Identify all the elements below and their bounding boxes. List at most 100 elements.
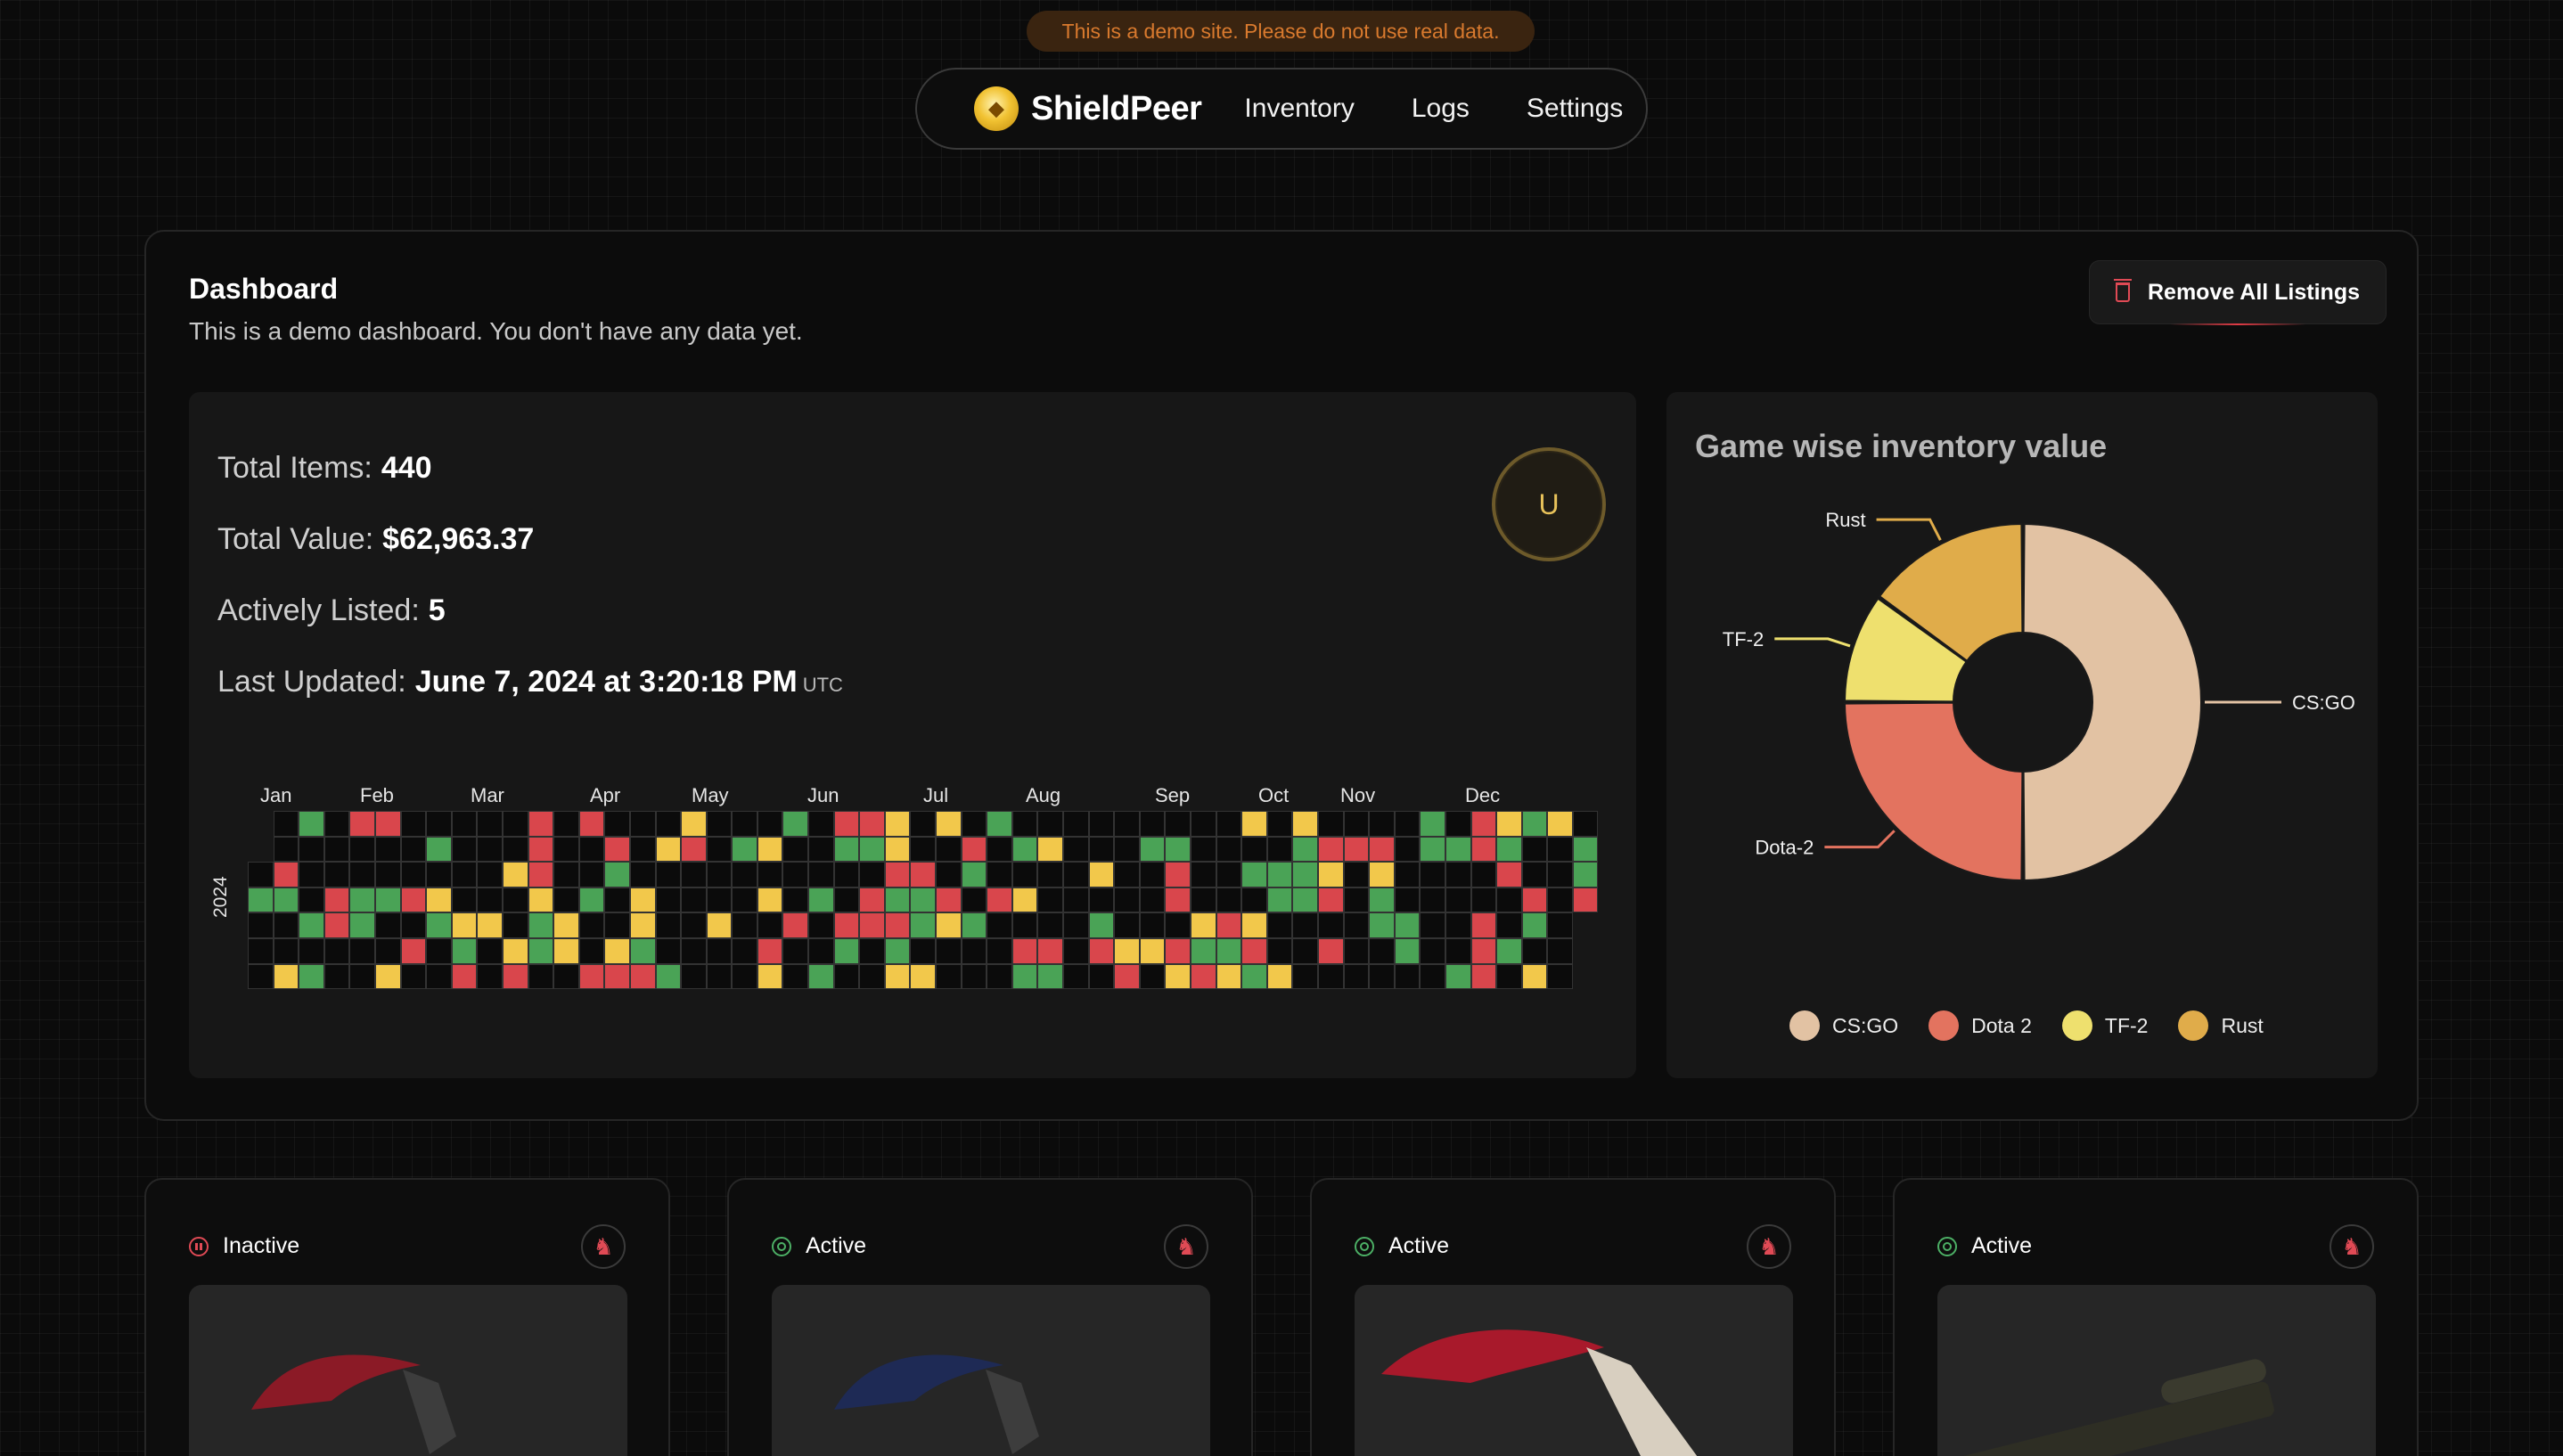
listing-card[interactable]: Active ♞ xyxy=(1893,1178,2419,1456)
heatmap-day-cell xyxy=(502,836,528,863)
legend-item[interactable]: Rust xyxy=(2178,1010,2264,1041)
heatmap-day-cell xyxy=(1369,811,1395,837)
donut-slice[interactable] xyxy=(2022,522,2203,882)
heatmap-day-cell xyxy=(1445,912,1471,938)
heatmap-day-cell xyxy=(1063,887,1089,913)
avatar[interactable]: U xyxy=(1492,447,1606,561)
heatmap-day-cell xyxy=(349,887,375,913)
heatmap-day-cell xyxy=(451,862,478,888)
heatmap-day-cell xyxy=(782,887,809,913)
remove-all-listings-button[interactable]: Remove All Listings xyxy=(2089,260,2387,325)
heatmap-day-cell xyxy=(833,937,860,964)
heatmap-day-cell xyxy=(1343,937,1370,964)
heatmap-month-label: Nov xyxy=(1340,784,1376,806)
nav-link-inventory[interactable]: Inventory xyxy=(1244,94,1354,124)
heatmap-day-cell xyxy=(1547,836,1573,863)
heatmap-day-cell xyxy=(273,937,299,964)
heatmap-day-cell xyxy=(1241,811,1267,837)
heatmap-day-cell xyxy=(1420,937,1445,964)
listing-card[interactable]: Active ♞ xyxy=(1310,1178,1836,1456)
heatmap-day-cell xyxy=(1011,887,1038,913)
heatmap-day-cell xyxy=(1037,937,1063,964)
heatmap-day-cell xyxy=(1266,836,1293,863)
heatmap-day-cell xyxy=(1190,912,1216,938)
heatmap-day-cell xyxy=(578,963,605,990)
card-status: Inactive xyxy=(189,1233,299,1259)
heatmap-day-cell xyxy=(629,912,656,938)
heatmap-day-cell xyxy=(426,912,452,938)
heatmap-day-cell xyxy=(374,862,401,888)
heatmap-day-cell xyxy=(273,963,299,990)
heatmap-day-cell xyxy=(1369,963,1395,990)
page-title: Dashboard xyxy=(189,273,339,305)
heatmap-day-cell xyxy=(1572,887,1599,913)
heatmap-day-cell xyxy=(1165,862,1191,888)
heatmap-day-cell xyxy=(1394,937,1421,964)
heatmap-day-cell xyxy=(936,963,962,990)
heatmap-day-cell xyxy=(655,887,682,913)
heatmap-day-cell xyxy=(528,912,554,938)
heatmap-day-cell xyxy=(1114,963,1140,990)
stat-last-updated: Last Updated: June 7, 2024 at 3:20:18 PM U… xyxy=(217,665,843,699)
heatmap-day-cell xyxy=(859,937,885,964)
heatmap-day-cell xyxy=(248,912,274,938)
stat-value: $62,963.37 xyxy=(382,522,535,556)
brand-name[interactable]: ShieldPeer xyxy=(1031,90,1202,128)
heatmap-day-cell xyxy=(1216,836,1242,863)
heatmap-day-cell xyxy=(1114,912,1140,938)
heatmap-day-cell xyxy=(426,963,452,990)
heatmap-day-cell xyxy=(528,862,554,888)
stat-value: 440 xyxy=(381,451,432,485)
listing-card[interactable]: Active ♞ xyxy=(727,1178,1253,1456)
heatmap-day-cell xyxy=(859,811,885,837)
heatmap-day-cell xyxy=(502,887,528,913)
donut-slice[interactable] xyxy=(1843,701,2024,882)
heatmap-day-cell xyxy=(502,811,528,837)
heatmap-day-cell xyxy=(477,963,503,990)
heatmap-day-cell xyxy=(884,937,911,964)
heatmap-day-cell xyxy=(859,887,885,913)
slice-label: Rust xyxy=(1825,509,1865,531)
slice-label-leader xyxy=(1824,830,1896,849)
heatmap-day-cell xyxy=(1420,862,1445,888)
heatmap-day-cell xyxy=(349,862,375,888)
heatmap-day-cell xyxy=(374,937,401,964)
heatmap-day-cell xyxy=(1266,887,1293,913)
heatmap-day-cell xyxy=(1037,912,1063,938)
heatmap-day-cell xyxy=(808,836,834,863)
listing-card[interactable]: Inactive ♞ xyxy=(144,1178,670,1456)
heatmap-day-cell xyxy=(1266,937,1293,964)
heatmap-day-cell xyxy=(349,912,375,938)
heatmap-day-cell xyxy=(1521,862,1548,888)
heatmap-day-cell xyxy=(477,862,503,888)
heatmap-day-cell xyxy=(987,811,1012,837)
heatmap-day-cell xyxy=(1139,811,1166,837)
heatmap-day-cell xyxy=(374,887,401,913)
nav-link-settings[interactable]: Settings xyxy=(1527,94,1623,124)
legend-item[interactable]: TF-2 xyxy=(2061,1010,2148,1041)
heatmap-day-cell xyxy=(1394,887,1421,913)
heatmap-day-cell xyxy=(1420,912,1445,938)
heatmap-day-cell xyxy=(936,836,962,863)
heatmap-day-cell xyxy=(706,937,733,964)
heatmap-day-cell xyxy=(1394,836,1421,863)
heatmap-day-cell xyxy=(1165,937,1191,964)
heatmap-day-cell xyxy=(706,862,733,888)
nav-link-logs[interactable]: Logs xyxy=(1412,94,1470,124)
horse-icon[interactable]: ♞ xyxy=(1164,1224,1208,1269)
heatmap-day-cell xyxy=(732,887,757,913)
heatmap-month-label: Apr xyxy=(590,784,621,806)
heatmap-day-cell xyxy=(1088,862,1115,888)
inventory-value-chart: Game wise inventory value CS:GO Dota-2 TF-… xyxy=(1666,392,2378,1078)
heatmap-day-cell xyxy=(1394,912,1421,938)
horse-icon[interactable]: ♞ xyxy=(1747,1224,1791,1269)
heatmap-day-cell xyxy=(349,836,375,863)
heatmap-day-cell xyxy=(400,887,427,913)
heatmap-day-cell xyxy=(1572,836,1599,863)
heatmap-day-cell xyxy=(1241,912,1267,938)
horse-icon[interactable]: ♞ xyxy=(2330,1224,2374,1269)
legend-item[interactable]: CS:GO xyxy=(1789,1010,1898,1041)
heatmap-day-cell xyxy=(299,811,324,837)
legend-item[interactable]: Dota 2 xyxy=(1928,1010,2032,1041)
horse-icon[interactable]: ♞ xyxy=(581,1224,626,1269)
